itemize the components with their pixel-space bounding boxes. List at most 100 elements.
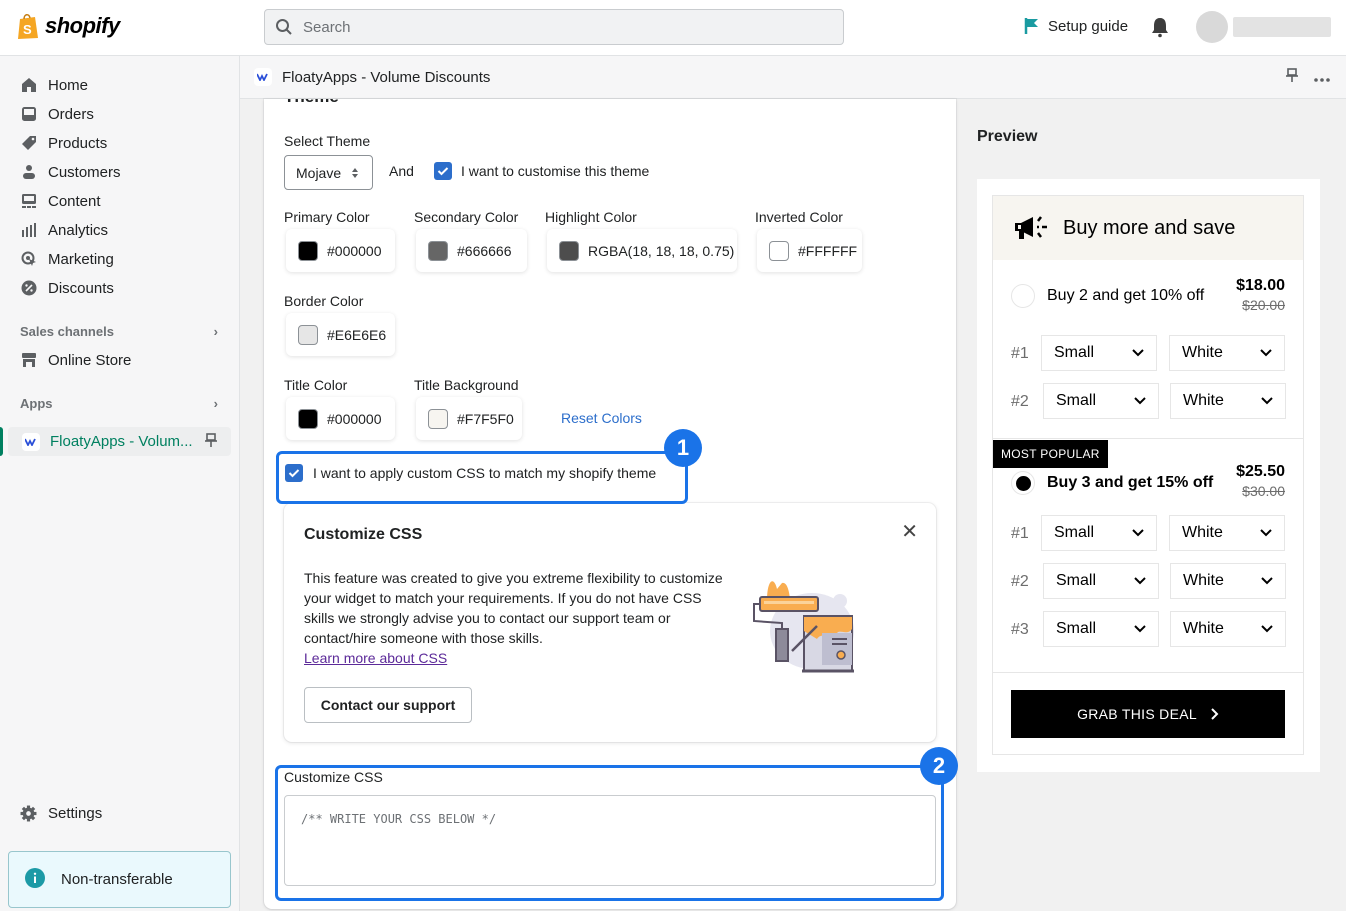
apps-title: Apps [20,396,53,411]
sidebar-item-products[interactable]: Products [20,131,107,155]
tier-price: $18.00 $20.00 [1236,277,1285,313]
section-heading: Theme [284,99,339,107]
sidebar-item-label: Customers [48,163,121,181]
preview-panel: Buy more and save Buy 2 and get 10% off … [977,179,1320,772]
size-dropdown[interactable]: Small [1043,563,1159,599]
item-number: #1 [1011,525,1029,542]
tier-label: Buy 2 and get 10% off [1047,287,1205,304]
sidebar-item-customers[interactable]: Customers [20,160,121,184]
original-price: $30.00 [1242,483,1285,499]
size-dropdown[interactable]: Small [1043,611,1159,647]
size-dropdown[interactable]: Small [1041,515,1157,551]
app-item-label: FloatyApps - Volum... [50,433,193,450]
sidebar-item-online-store[interactable]: Online Store [20,348,131,372]
color-dropdown[interactable]: White [1169,335,1285,371]
chevron-right-icon: › [213,324,218,339]
non-transferable-banner[interactable]: Non-transferable [8,851,231,908]
chevron-down-icon [1261,620,1273,638]
sidebar-item-label: Discounts [48,279,114,297]
paint-roller-illustration [752,571,862,681]
color-swatch [428,240,448,261]
tier-radio-unselected[interactable] [1011,284,1035,308]
color-value: #000000 [327,410,382,427]
title-background-picker[interactable]: #F7F5F0 [416,397,522,440]
size-dropdown[interactable]: Small [1043,383,1159,419]
tier-option-selected[interactable]: Buy 3 and get 15% off $25.50 $30.00 #1 S… [993,439,1303,672]
color-swatch [298,240,318,261]
shopify-logo[interactable]: S shopify [16,12,120,40]
more-options-icon[interactable] [1314,69,1330,86]
contact-support-button[interactable]: Contact our support [304,687,472,723]
select-arrows-icon [352,167,359,178]
app-title-bar: FloatyApps - Volume Discounts [240,56,1346,99]
sidebar-item-label: Content [48,192,101,210]
chevron-down-icon [1261,572,1273,590]
learn-more-link[interactable]: Learn more about CSS [304,650,447,666]
border-color-picker[interactable]: #E6E6E6 [286,313,395,356]
color-dropdown[interactable]: White [1170,563,1286,599]
chevron-down-icon [1134,572,1146,590]
color-value: White [1183,392,1224,409]
sidebar-item-analytics[interactable]: Analytics [20,218,108,242]
color-dropdown[interactable]: White [1170,611,1286,647]
highlight-color-label: Highlight Color [545,209,637,225]
volume-discount-widget: Buy more and save Buy 2 and get 10% off … [992,195,1304,755]
brand-name: shopify [45,13,120,38]
notifications-bell-icon[interactable] [1150,16,1170,43]
close-icon[interactable]: ✕ [901,519,918,544]
orders-icon [20,106,37,123]
color-value: White [1183,620,1224,637]
person-icon [20,164,37,181]
sidebar-item-label: Online Store [48,351,132,369]
tier-option[interactable]: Buy 2 and get 10% off $18.00 $20.00 #1 S… [993,260,1303,438]
primary-color-picker[interactable]: #000000 [286,229,395,272]
user-avatar[interactable] [1196,11,1228,43]
sidebar-item-content[interactable]: Content [20,189,101,213]
chevron-down-icon [1134,392,1146,410]
pin-icon[interactable] [205,432,217,451]
color-dropdown[interactable]: White [1169,515,1285,551]
user-name-redacted[interactable] [1233,17,1331,37]
setup-guide-button[interactable]: Setup guide [1024,17,1128,35]
tier-radio-selected[interactable] [1011,471,1035,495]
sidebar-item-orders[interactable]: Orders [20,102,94,126]
sidebar-item-floatyapps[interactable]: FloatyApps - Volum... [8,427,231,456]
grab-deal-button[interactable]: GRAB THIS DEAL [1011,690,1285,738]
inverted-color-picker[interactable]: #FFFFFF [757,229,862,272]
sales-channels-title: Sales channels [20,324,114,339]
discount-icon [20,280,37,297]
floatyapps-logo-icon [22,432,40,451]
color-dropdown[interactable]: White [1170,383,1286,419]
customise-theme-checkbox[interactable]: I want to customise this theme [434,162,649,180]
megaphone-icon [1015,216,1047,239]
sales-channels-header[interactable]: Sales channels › [20,324,218,339]
theme-select[interactable]: Mojave [284,155,373,190]
color-value: RGBA(18, 18, 18, 0.75) [588,242,735,259]
sidebar-item-home[interactable]: Home [20,73,88,97]
highlight-box-2 [275,765,944,901]
reset-colors-link[interactable]: Reset Colors [561,410,642,426]
search-input[interactable]: Search [264,9,844,45]
widget-header: Buy more and save [993,196,1303,260]
size-dropdown[interactable]: Small [1041,335,1157,371]
title-color-picker[interactable]: #000000 [286,397,395,440]
info-icon [25,867,45,892]
secondary-color-picker[interactable]: #666666 [416,229,527,272]
highlight-color-picker[interactable]: RGBA(18, 18, 18, 0.75) [547,229,737,272]
callout-badge-2: 2 [920,747,958,785]
top-bar: S shopify Search Setup guide [0,0,1346,56]
chevron-right-icon: › [213,396,218,411]
color-swatch [428,408,448,429]
sidebar-item-settings[interactable]: Settings [20,801,102,825]
callout-badge-1: 1 [664,429,702,467]
size-value: Small [1054,524,1095,541]
widget-title: Buy more and save [1063,216,1236,239]
tier-price: $25.50 $30.00 [1236,463,1285,499]
sidebar-item-discounts[interactable]: Discounts [20,276,114,300]
pin-icon[interactable] [1286,68,1298,86]
non-transferable-label: Non-transferable [61,871,173,888]
apps-header[interactable]: Apps › [20,396,218,411]
sidebar-item-marketing[interactable]: Marketing [20,247,114,271]
checkbox-checked[interactable] [434,162,452,180]
size-value: Small [1056,572,1097,589]
